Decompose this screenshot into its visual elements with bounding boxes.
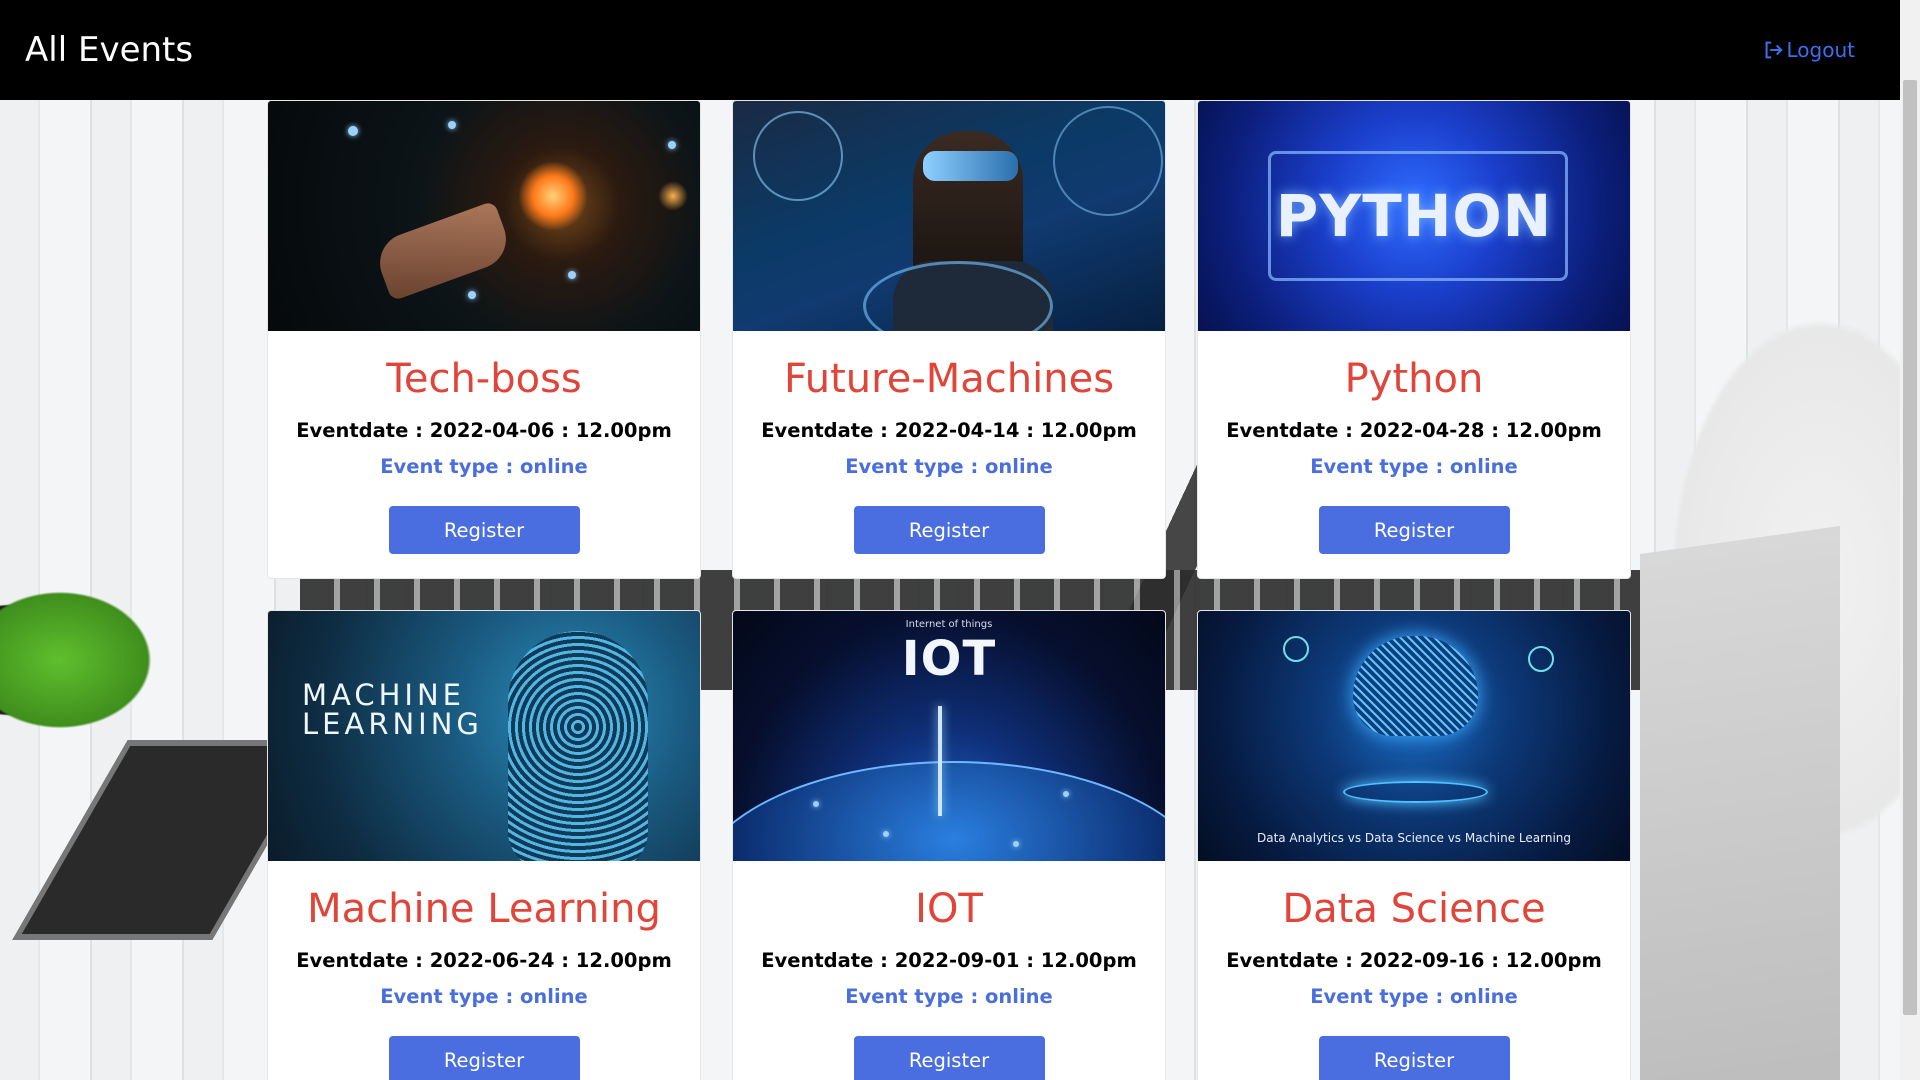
iot-globe-image: Internet of things IOT [733,611,1165,861]
register-button[interactable]: Register [388,506,580,554]
logout-link[interactable]: Logout [1762,38,1860,62]
register-button[interactable]: Register [388,1036,580,1080]
event-date: Eventdate : 2022-04-28 : 12.00pm [1226,419,1602,442]
event-type: Event type : online [845,985,1053,1008]
python-circuit-image: PYTHON [1198,101,1630,331]
event-date: Eventdate : 2022-09-01 : 12.00pm [761,949,1137,972]
event-card: Tech-boss Eventdate : 2022-04-06 : 12.00… [267,100,701,579]
event-title: Data Science [1282,886,1546,932]
iot-image-subtitle: Internet of things [905,619,993,630]
logout-icon [1765,41,1783,59]
register-button[interactable]: Register [1318,1036,1510,1080]
event-title: Python [1344,356,1484,402]
event-card: Data Analytics vs Data Science vs Machin… [1197,610,1631,1080]
logout-label: Logout [1786,38,1855,62]
brain-circuit-image: Data Analytics vs Data Science vs Machin… [1198,611,1630,861]
event-date: Eventdate : 2022-04-14 : 12.00pm [761,419,1137,442]
event-date: Eventdate : 2022-09-16 : 12.00pm [1226,949,1602,972]
event-title: Machine Learning [307,886,661,932]
ml-head-image: MACHINE LEARNING [268,611,700,861]
event-date: Eventdate : 2022-06-24 : 12.00pm [296,949,672,972]
register-button[interactable]: Register [853,506,1045,554]
vr-headset-image [733,101,1165,331]
event-type: Event type : online [1310,455,1518,478]
network-hand-image [268,101,700,331]
scrollbar-thumb[interactable] [1903,80,1917,1015]
iot-image-text: IOT [901,631,997,687]
event-type: Event type : online [1310,985,1518,1008]
page-title: All Events [25,30,194,70]
event-title: IOT [915,886,983,932]
top-navbar: All Events Logout [0,0,1900,100]
register-button[interactable]: Register [1318,506,1510,554]
event-title: Future-Machines [783,356,1115,402]
event-card: Internet of things IOT IOT Eventdate : 2… [732,610,1166,1080]
event-type: Event type : online [845,455,1053,478]
event-type: Event type : online [380,985,588,1008]
event-type: Event type : online [380,455,588,478]
events-grid: Tech-boss Eventdate : 2022-04-06 : 12.00… [267,100,1631,1080]
background-laptop [1640,525,1840,1080]
event-title: Tech-boss [386,356,582,402]
register-button[interactable]: Register [853,1036,1045,1080]
python-image-text: PYTHON [1275,182,1553,250]
ml-image-text: MACHINE LEARNING [302,678,483,741]
event-card: PYTHON Python Eventdate : 2022-04-28 : 1… [1197,100,1631,579]
vertical-scrollbar[interactable] [1900,0,1920,1080]
ds-image-caption: Data Analytics vs Data Science vs Machin… [1256,831,1572,845]
event-card: MACHINE LEARNING Machine Learning Eventd… [267,610,701,1080]
event-card: Future-Machines Eventdate : 2022-04-14 :… [732,100,1166,579]
event-date: Eventdate : 2022-04-06 : 12.00pm [296,419,672,442]
